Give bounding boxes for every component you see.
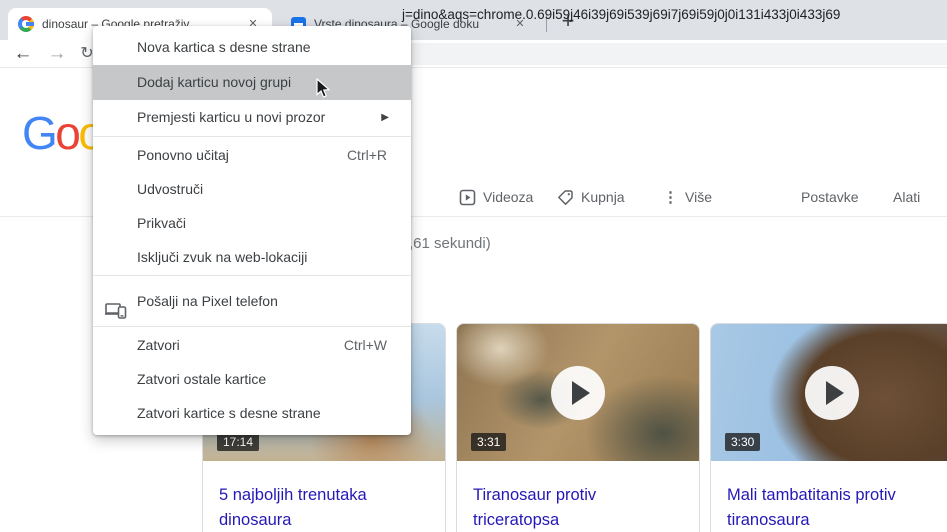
tab-context-menu: Nova kartica s desne strane Dodaj kartic… (93, 26, 411, 435)
play-icon (805, 365, 859, 420)
shopping-tag-icon (557, 189, 574, 206)
google-favicon-icon (18, 16, 34, 32)
menu-item-close-other-tabs[interactable]: Zatvori ostale kartice (93, 362, 411, 396)
menu-item-label: Premjesti karticu u novi prozor (137, 109, 326, 125)
menu-item-label: Ponovno učitaj (137, 147, 229, 163)
tab-more[interactable]: ⋮ Više (663, 186, 712, 208)
video-duration-badge: 3:30 (725, 433, 761, 451)
menu-separator (93, 275, 411, 276)
google-logo-letter: G (22, 107, 58, 159)
video-duration-badge: 17:14 (217, 433, 260, 451)
video-card[interactable]: 3:30 Mali tambatitanis protiv tiranosaur… (710, 323, 947, 532)
menu-item-label: Pošalji na Pixel telefon (137, 293, 278, 309)
video-icon (459, 189, 476, 206)
tools-link-label: Alati (893, 189, 921, 205)
video-title-link[interactable]: 5 najboljih trenutaka dinosaura (219, 483, 429, 532)
menu-item-close-tabs-to-right[interactable]: Zatvori kartice s desne strane (93, 396, 411, 430)
browser-window: Goog e Videoza Kupnja ⋮ Više (0, 0, 947, 532)
menu-shortcut: Ctrl+W (343, 337, 387, 353)
mouse-cursor-icon (313, 77, 331, 105)
back-icon[interactable]: ← (10, 40, 36, 68)
menu-item-new-tab-to-right[interactable]: Nova kartica s desne strane (93, 30, 411, 65)
url-text: j=dino&aqs=chrome.0.69i59j46i39j69i539j6… (402, 7, 841, 22)
menu-item-reload[interactable]: Ponovno učitaj Ctrl+R (93, 138, 411, 172)
video-card[interactable]: 3:31 Tiranosaur protiv triceratopsa (456, 323, 700, 532)
menu-item-add-tab-to-new-group[interactable]: Dodaj karticu novoj grupi (93, 65, 411, 100)
tools-link[interactable]: Alati (893, 186, 920, 208)
video-thumbnail[interactable]: 3:30 (711, 324, 947, 461)
settings-link-label: Postavke (801, 189, 859, 205)
menu-item-close[interactable]: Zatvori Ctrl+W (93, 328, 411, 362)
menu-item-duplicate[interactable]: Udvostruči (93, 172, 411, 206)
menu-item-move-tab-to-new-window[interactable]: Premjesti karticu u novi prozor ▶ (93, 100, 411, 135)
video-title-link[interactable]: Tiranosaur protiv triceratopsa (473, 483, 683, 532)
more-vert-icon: ⋮ (663, 189, 678, 206)
result-stats: ,61 sekundi) (409, 235, 491, 252)
menu-item-mute-site[interactable]: Isključi zvuk na web-lokaciji (93, 240, 411, 274)
video-duration-badge: 3:31 (471, 433, 507, 451)
tab-videos[interactable]: Videoza (459, 186, 533, 208)
tab-more-label: Više (685, 189, 712, 205)
forward-icon: → (47, 43, 67, 64)
menu-shortcut: Ctrl+R (346, 147, 387, 163)
tab-shopping-label: Kupnja (581, 189, 625, 205)
menu-separator (93, 136, 411, 137)
menu-item-label: Zatvori (137, 337, 180, 353)
menu-item-pin[interactable]: Prikvači (93, 206, 411, 240)
menu-separator (93, 326, 411, 327)
play-icon (551, 365, 605, 420)
tab-shopping[interactable]: Kupnja (557, 186, 625, 208)
settings-link[interactable]: Postavke (801, 186, 859, 208)
google-logo-letter: o (55, 107, 81, 159)
tab-videos-label: Videoza (483, 189, 534, 205)
menu-item-send-to-pixel[interactable]: Pošalji na Pixel telefon (93, 277, 411, 325)
video-title-link[interactable]: Mali tambatitanis protiv tiranosaura (727, 483, 937, 532)
submenu-arrow-icon: ▶ (381, 112, 389, 123)
video-thumbnail[interactable]: 3:31 (457, 324, 699, 461)
